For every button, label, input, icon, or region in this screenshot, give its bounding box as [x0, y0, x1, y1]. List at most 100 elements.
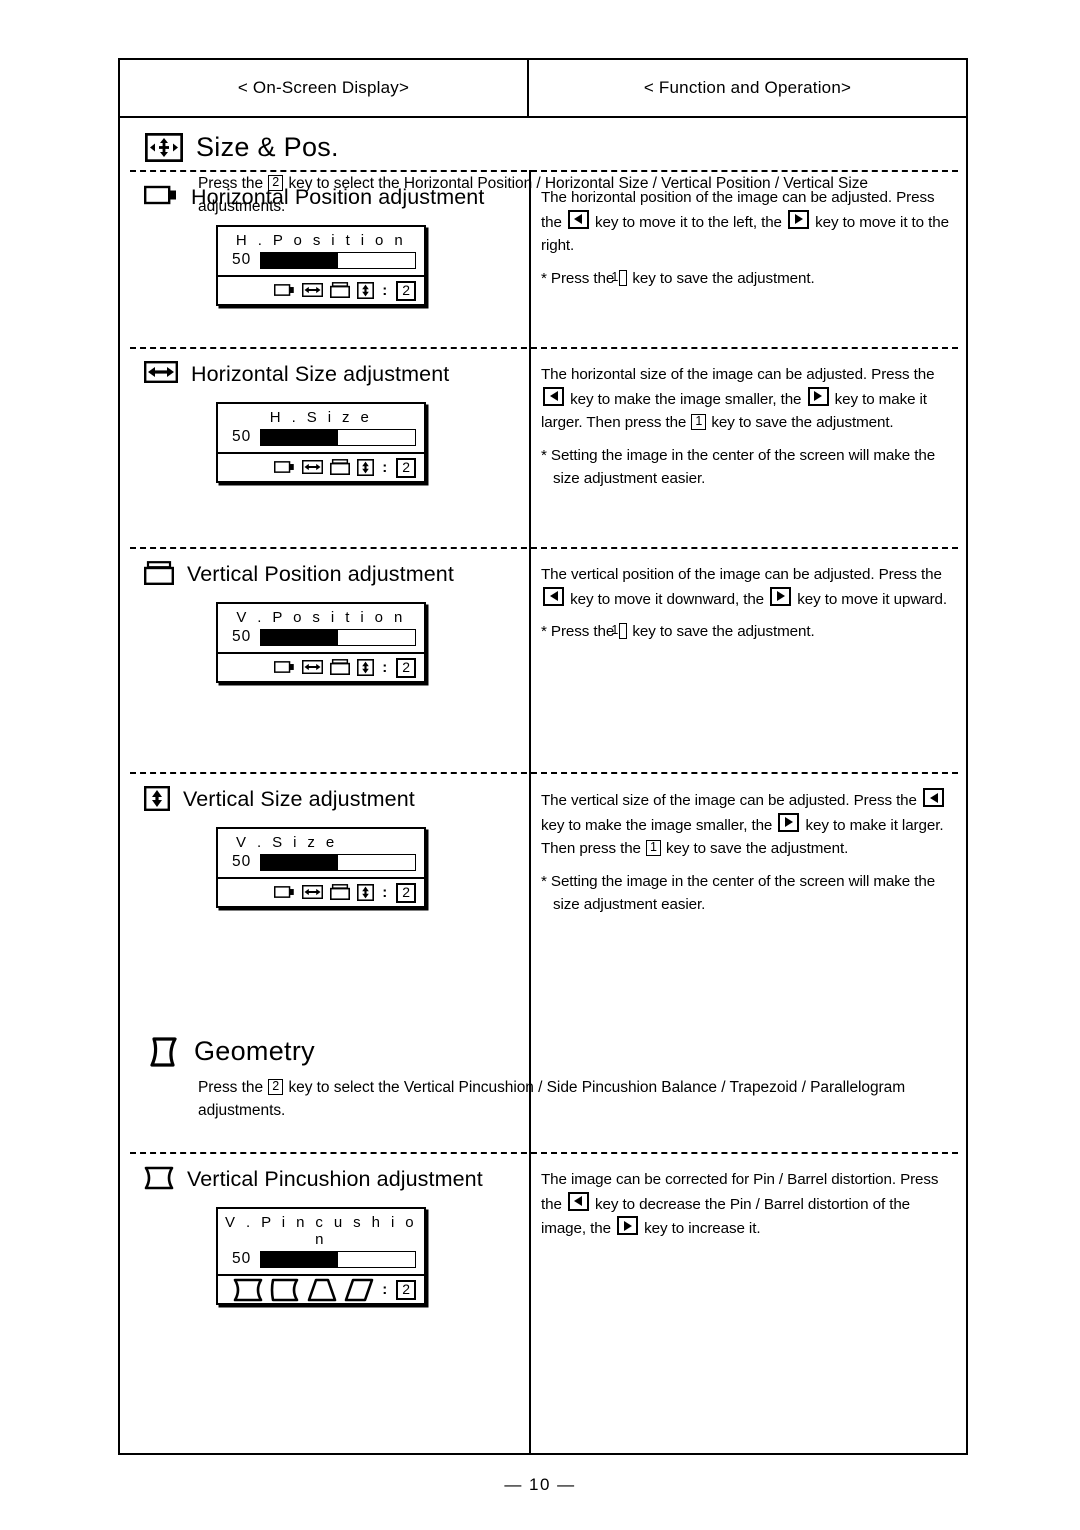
horizontal-position-icon: [144, 184, 178, 206]
header-function-and-operation: < Function and Operation>: [643, 78, 852, 97]
cell-on-screen-display: Horizontal Size adjustment H . S i z e 50:…: [120, 347, 529, 547]
osd-footer: :2: [218, 652, 424, 681]
group-header: Size & Pos.: [120, 118, 966, 163]
cell-function-and-operation: The horizontal size of the image can be …: [529, 347, 966, 547]
osd-gauge-fill: [261, 854, 339, 870]
osd-footer-key-2-icon: 2: [396, 280, 416, 301]
osd-footer-v-size-icon: [357, 281, 375, 300]
description: The vertical size of the image can be ad…: [541, 788, 952, 917]
geometry-icon: [144, 1036, 182, 1067]
osd-footer-h-position-icon: [274, 282, 295, 300]
osd-label: V . P o s i t i o n: [236, 609, 406, 626]
left-arrow-key-icon: [543, 586, 564, 606]
cell-function-and-operation: The vertical position of the image can b…: [529, 547, 966, 772]
osd-label: H . P o s i t i o n: [235, 232, 407, 249]
osd-footer-key-2-icon: 2: [396, 657, 416, 678]
group-description: Press the 2 key to select the Vertical P…: [198, 1079, 906, 1119]
cell-function-and-operation: The horizontal position of the image can…: [529, 170, 966, 347]
item-title: Vertical Position adjustment: [187, 562, 454, 586]
item-title: Vertical Size adjustment: [183, 787, 415, 811]
osd-footer-v-position-icon: [330, 659, 351, 677]
item-header: Vertical Pincushion adjustment: [144, 1166, 519, 1193]
osd-footer: :2: [218, 1274, 424, 1303]
osd-gauge-fill: [261, 629, 339, 645]
osd-footer-separator: :: [382, 884, 388, 901]
osd-preview-vertical-pincushion: V . P i n c u s h i o n 50 :2: [216, 1207, 426, 1305]
osd-footer-trapezoid-icon: [307, 1278, 337, 1302]
description-main: The image can be corrected for Pin / Bar…: [541, 1171, 939, 1237]
group-header: Geometry: [120, 1020, 966, 1067]
right-arrow-key-icon: [778, 812, 800, 832]
item-header: Horizontal Size adjustment: [144, 361, 519, 388]
osd-label: V . S i z e: [236, 834, 338, 851]
osd-preview-vertical-position: V . P o s i t i o n 50:2: [216, 602, 426, 683]
right-arrow-key-icon: [617, 1216, 639, 1235]
osd-footer-pincushion-icon: [233, 1278, 263, 1302]
row-vertical-pincushion: Vertical Pincushion adjustment V . P i n …: [120, 1152, 966, 1399]
row-horizontal-size: Horizontal Size adjustment H . S i z e 50:…: [120, 347, 966, 547]
spec-table: < On-Screen Display> < Function and Oper…: [118, 58, 968, 1455]
osd-footer-key-2-icon: 2: [396, 882, 416, 903]
osd-gauge: [260, 628, 416, 646]
key-1-icon: 1: [646, 840, 661, 856]
osd-footer-v-size-icon: [357, 883, 375, 902]
osd-footer-h-position-icon: [274, 659, 295, 677]
right-arrow-key-icon: [788, 209, 810, 229]
item-header: Vertical Size adjustment: [144, 786, 519, 813]
key-2-icon: 2: [268, 1079, 284, 1095]
group-title: Geometry: [194, 1036, 315, 1066]
key-1-icon: 1: [611, 623, 628, 639]
osd-footer: :2: [218, 275, 424, 304]
osd-footer-v-position-icon: [330, 459, 351, 477]
osd-footer-h-size-icon: [302, 459, 324, 477]
osd-footer-v-position-icon: [330, 884, 351, 902]
vertical-position-icon: [144, 561, 174, 585]
left-arrow-key-icon: [923, 788, 944, 807]
horizontal-size-icon: [144, 361, 178, 383]
osd-gauge-fill: [261, 252, 339, 268]
left-arrow-key-icon: [567, 1191, 589, 1211]
description-main: The horizontal position of the image can…: [541, 189, 949, 254]
osd-gauge-fill: [261, 1251, 339, 1267]
osd-footer: :2: [218, 452, 424, 481]
osd-footer-h-size-icon: [302, 659, 324, 677]
osd-gauge: [260, 1250, 416, 1268]
item-header: Vertical Position adjustment: [144, 561, 519, 588]
item-title: Horizontal Position adjustment: [191, 185, 485, 209]
row-horizontal-position: Horizontal Position adjustment H . P o s …: [120, 170, 966, 347]
osd-value-row: 50: [218, 250, 424, 275]
item-header: Horizontal Position adjustment: [144, 184, 519, 211]
left-arrow-key-icon: [543, 386, 564, 406]
cell-on-screen-display: Vertical Position adjustment V . P o s i …: [120, 547, 529, 772]
osd-footer-separator: :: [382, 459, 388, 476]
osd-value: 50: [232, 628, 252, 645]
group-title: Size & Pos.: [196, 132, 339, 162]
description-main: The vertical size of the image can be ad…: [541, 788, 952, 861]
osd-value: 50: [232, 428, 252, 445]
osd-value: 50: [232, 1250, 252, 1267]
description-note: * Setting the image in the center of the…: [541, 446, 936, 488]
osd-label: V . P i n c u s h i o n: [224, 1214, 417, 1248]
osd-preview-horizontal-position: H . P o s i t i o n 50:2: [216, 225, 426, 306]
header-on-screen-display: < On-Screen Display>: [120, 60, 529, 116]
row-vertical-position: Vertical Position adjustment V . P o s i …: [120, 547, 966, 772]
group-geometry: Geometry Press the 2 key to select the Ve…: [120, 1020, 966, 1122]
description-note: * Setting the image in the center of the…: [541, 872, 936, 914]
osd-footer-h-position-icon: [274, 884, 295, 902]
cell-on-screen-display: Horizontal Position adjustment H . P o s …: [120, 170, 529, 347]
size-and-pos-icon: [144, 132, 184, 163]
osd-footer-h-position-icon: [274, 459, 295, 477]
item-title: Horizontal Size adjustment: [191, 362, 450, 386]
description-main: The vertical position of the image can b…: [541, 566, 948, 608]
item-title: Vertical Pincushion adjustment: [187, 1167, 483, 1191]
key-1-icon: 1: [611, 269, 628, 286]
osd-value-row: 50: [218, 427, 424, 452]
osd-preview-horizontal-size: H . S i z e 50:2: [216, 402, 426, 483]
key-1-icon: 1: [691, 414, 707, 430]
osd-footer-key-2-icon: 2: [396, 457, 416, 478]
osd-footer-parallelogram-icon: [344, 1278, 374, 1302]
description-main: The horizontal size of the image can be …: [541, 366, 935, 431]
osd-footer-separator: :: [382, 659, 388, 676]
osd-footer-v-size-icon: [357, 658, 375, 677]
pincushion-icon: [144, 1166, 174, 1190]
